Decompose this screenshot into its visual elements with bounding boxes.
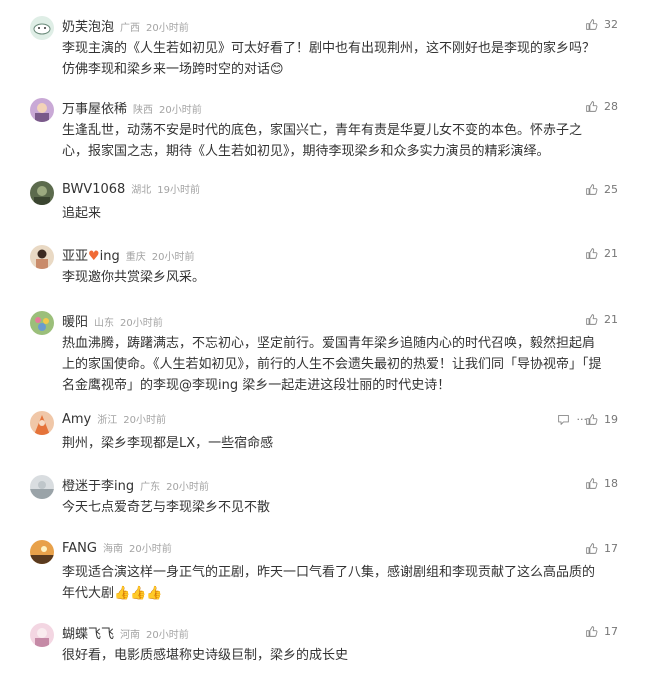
thumbs-up-icon [586, 101, 598, 112]
heart-icon: ♥ [88, 249, 100, 264]
comment-text: 李现主演的《人生若如初见》可太好看了！剧中也有出现荆州，这不刚好也是李现的家乡吗… [62, 41, 596, 77]
like-count: 28 [604, 100, 618, 113]
username-suffix[interactable]: ing [100, 249, 120, 264]
username[interactable]: Amy [62, 412, 91, 427]
location: 广东 [140, 482, 161, 493]
like-button[interactable]: 19 [585, 413, 618, 426]
location: 浙江 [97, 415, 118, 426]
avatar[interactable] [30, 98, 54, 122]
like-button[interactable]: 28 [585, 100, 618, 113]
avatar[interactable] [30, 475, 54, 499]
timestamp: 20小时前 [123, 415, 166, 426]
location: 陕西 [133, 105, 154, 116]
location: 重庆 [125, 252, 146, 263]
location: 湖北 [131, 185, 152, 196]
comment-text: 很好看，电影质感堪称史诗级巨制，梁乡的成长史 [62, 648, 349, 663]
thumbs-up-icon [586, 248, 598, 259]
avatar[interactable] [30, 181, 54, 205]
avatar[interactable] [30, 540, 54, 564]
avatar[interactable] [30, 311, 54, 335]
location: 广西 [120, 23, 141, 34]
username[interactable]: 万事屋依稀 [62, 98, 127, 117]
like-count: 17 [604, 625, 618, 638]
comment-text: 李现邀你共赏梁乡风采。 [62, 270, 206, 285]
location: 山东 [94, 318, 115, 329]
like-button[interactable]: 17 [585, 542, 618, 555]
avatar[interactable] [30, 411, 54, 435]
like-button[interactable]: 25 [585, 183, 618, 196]
username[interactable]: 蝴蝶飞飞 [62, 623, 114, 642]
timestamp: 20小时前 [146, 630, 189, 641]
location: 海南 [102, 544, 123, 555]
like-count: 25 [604, 183, 618, 196]
like-count: 18 [604, 477, 618, 490]
comment-text: 生逢乱世，动荡不安是时代的底色，家国兴亡，青年有责是华夏儿女不变的本色。怀赤子之… [62, 123, 583, 159]
comment-text: 追起来 [62, 206, 102, 221]
thumbs-up-icon [586, 478, 598, 489]
like-button[interactable]: 18 [585, 477, 618, 490]
timestamp: 20小时前 [151, 252, 195, 263]
comment-text: 今天七点爱奇艺与李现梁乡不见不散 [62, 500, 271, 515]
thumbs-up-icon [586, 184, 598, 195]
thumbs-up-icon [586, 19, 598, 30]
reply-button[interactable] [557, 413, 570, 426]
comment-text: 李现适合演这样一身正气的正剧，昨天一口气看了八集，感谢剧组和李现贡献了这么高品质… [62, 565, 596, 601]
like-count: 21 [604, 313, 618, 326]
timestamp: 20小时前 [128, 544, 172, 555]
username[interactable]: 暖阳 [62, 311, 88, 330]
username[interactable]: 奶芙泡泡 [62, 16, 114, 35]
username[interactable]: 橙迷于李ing [62, 475, 134, 494]
comment-icon [558, 414, 569, 425]
thumbs-up-icon [586, 314, 598, 325]
username[interactable]: BWV1068 [62, 182, 125, 197]
comment-text: 热血沸腾，踌躇满志，不忘初心，坚定前行。爱国青年梁乡追随内心的时代召唤，毅然担起… [62, 336, 602, 393]
like-count: 19 [604, 413, 618, 426]
username[interactable]: FANG [62, 541, 97, 556]
like-button[interactable]: 21 [585, 313, 618, 326]
avatar[interactable] [30, 623, 54, 647]
like-button[interactable]: 21 [585, 247, 618, 260]
avatar[interactable] [30, 245, 54, 269]
avatar[interactable] [30, 16, 54, 40]
location: 河南 [120, 630, 141, 641]
like-button[interactable]: 17 [585, 625, 618, 638]
thumbs-up-icon [586, 626, 598, 637]
thumbs-up-icon [586, 414, 598, 425]
timestamp: 20小时前 [166, 482, 209, 493]
like-button[interactable]: 32 [585, 18, 618, 31]
like-count: 21 [604, 247, 618, 260]
timestamp: 19小时前 [157, 185, 201, 196]
like-count: 17 [604, 542, 618, 555]
like-count: 32 [604, 18, 618, 31]
timestamp: 20小时前 [120, 318, 163, 329]
timestamp: 20小时前 [159, 105, 202, 116]
timestamp: 20小时前 [146, 23, 189, 34]
comment-text: 荆州，梁乡李现都是LX，一些宿命感 [62, 436, 274, 451]
thumbs-up-icon [586, 543, 598, 554]
username[interactable]: 亚亚 [62, 245, 88, 264]
